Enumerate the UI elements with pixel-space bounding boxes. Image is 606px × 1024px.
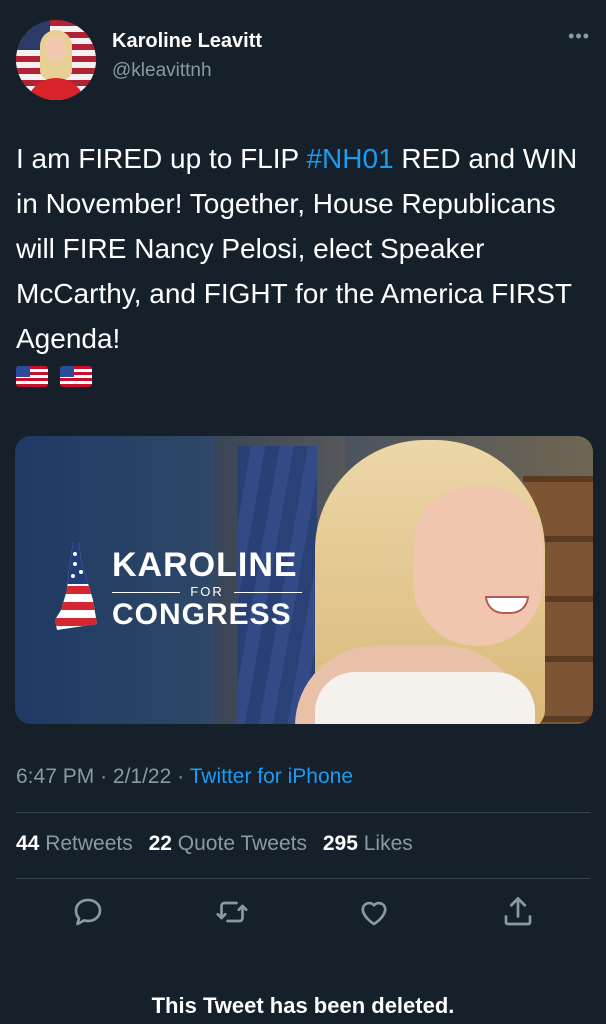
tweet-timestamp: 6:47 PM · 2/1/22 · Twitter for iPhone [16, 765, 353, 789]
separator: · [100, 765, 108, 788]
logo-for: FOR [112, 584, 302, 599]
retweets-label: Retweets [45, 832, 133, 855]
author-name[interactable]: Karoline Leavitt [112, 30, 262, 53]
action-bar [16, 894, 590, 934]
avatar[interactable] [16, 20, 96, 100]
tweet-date[interactable]: 2/1/22 [113, 765, 171, 788]
tweet-text: I am FIRED up to FLIP #NH01 RED and WIN … [16, 136, 596, 361]
deleted-notice: This Tweet has been deleted. [151, 993, 455, 1018]
retweet-icon[interactable] [214, 894, 250, 930]
tweet-text-part: I am FIRED up to FLIP [16, 143, 307, 174]
logo-karoline: KAROLINE [112, 546, 298, 584]
divider [16, 878, 590, 879]
emoji-row [16, 366, 100, 390]
logo-congress: CONGRESS [112, 598, 292, 631]
retweets-count: 44 [16, 832, 40, 855]
quotes-count: 22 [148, 832, 172, 855]
like-icon[interactable] [356, 894, 392, 930]
likes-stat[interactable]: 295 Likes [323, 832, 413, 855]
tweet-image[interactable]: KAROLINE FOR CONGRESS [15, 436, 593, 724]
share-icon[interactable] [500, 894, 536, 930]
quote-tweets-stat[interactable]: 22 Quote Tweets [149, 832, 307, 855]
retweets-stat[interactable]: 44 Retweets [16, 832, 133, 855]
divider [16, 812, 590, 813]
quotes-label: Quote Tweets [177, 832, 307, 855]
tweet-header: Karoline Leavitt @kleavittnh ••• [16, 20, 590, 100]
likes-count: 295 [322, 832, 358, 855]
more-horizontal-icon[interactable]: ••• [568, 26, 590, 47]
tweet-stats: 44 Retweets 22 Quote Tweets 295 Likes [16, 832, 423, 856]
tweet-time[interactable]: 6:47 PM [16, 765, 94, 788]
hashtag-link[interactable]: #NH01 [306, 143, 393, 174]
likes-label: Likes [363, 832, 413, 855]
us-flag-icon [60, 366, 93, 387]
author-handle[interactable]: @kleavittnh [112, 60, 212, 82]
tweet-text-part: RED and WIN in November! Together, House… [16, 143, 578, 354]
tweet-source-link[interactable]: Twitter for iPhone [190, 765, 353, 788]
us-flag-icon [16, 366, 48, 387]
separator: · [177, 765, 185, 788]
new-hampshire-flag-icon [55, 542, 97, 630]
reply-icon[interactable] [70, 894, 106, 930]
